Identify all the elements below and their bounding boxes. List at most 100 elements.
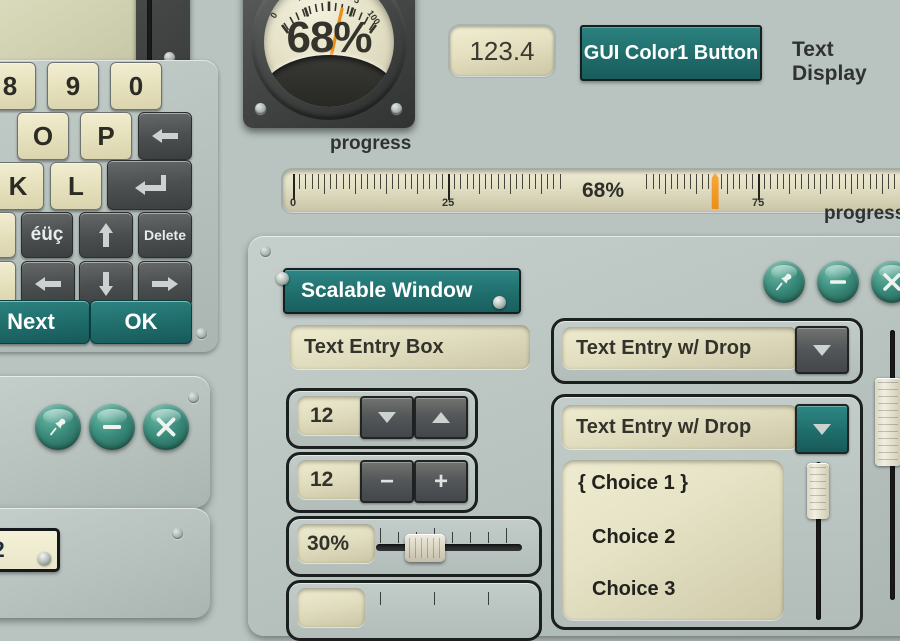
key-label: éüç [30, 224, 64, 245]
arrow-left-icon [150, 126, 180, 146]
tab-handle[interactable] [38, 552, 51, 565]
close-icon [156, 417, 176, 437]
scalable-window-minimize-button[interactable] [817, 261, 859, 303]
key-backspace[interactable] [138, 112, 192, 160]
key-0[interactable]: 0 [110, 62, 162, 110]
titlebar-handle-left[interactable] [276, 272, 289, 285]
scalable-window-pin-button[interactable] [763, 261, 805, 303]
choice-listbox[interactable]: { Choice 1 } Choice 2 Choice 3 [562, 460, 784, 620]
gauge-screw-left [255, 103, 266, 114]
gauge-face: 0 25 50 75 100 68% [264, 0, 394, 107]
key-8[interactable]: 8 [0, 62, 36, 110]
arrow-left-icon [33, 274, 63, 294]
pin-icon [776, 273, 792, 291]
percent-slider-value: 30% [297, 524, 375, 563]
window-vertical-slider-thumb[interactable] [875, 378, 900, 466]
scalable-window-titlebar[interactable]: Scalable Window [283, 268, 521, 314]
text-entry-drop-1-field[interactable]: Text Entry w/ Drop [562, 327, 798, 369]
chevron-down-icon [813, 423, 831, 435]
slider-tick [380, 592, 381, 605]
second-window-pin-button[interactable] [35, 404, 81, 450]
key-o[interactable]: O [17, 112, 69, 160]
list-item[interactable]: Choice 3 [592, 578, 675, 601]
titlebar-handle-right[interactable] [493, 296, 506, 309]
slider-tick [506, 528, 507, 543]
key-blank-left-1[interactable] [0, 212, 16, 258]
text-entry-drop-2-button[interactable] [795, 404, 849, 454]
text-entry-drop-1-button[interactable] [795, 326, 849, 374]
key-label: 9 [65, 70, 81, 101]
text-entry-drop-2-field[interactable]: Text Entry w/ Drop [562, 405, 798, 449]
spinner-down-button[interactable] [360, 396, 414, 439]
gui-color1-button[interactable]: GUI Color1 Button [580, 25, 762, 81]
key-label: 0 [128, 70, 144, 101]
key-arrow-up[interactable] [79, 212, 133, 258]
minus-icon [103, 425, 121, 429]
spinner-up-button[interactable] [414, 396, 468, 439]
slider-tick [488, 532, 489, 543]
second-window-minimize-button[interactable] [89, 404, 135, 450]
slider-tick [380, 528, 381, 543]
key-label: P [97, 120, 115, 151]
spinner-plusminus-field[interactable]: 12 [297, 460, 368, 499]
pin-icon [50, 418, 66, 436]
key-label: Next [7, 309, 55, 334]
slider-tick [398, 532, 399, 543]
key-label: OK [124, 309, 158, 334]
enter-icon [131, 173, 169, 197]
key-k[interactable]: K [0, 162, 44, 210]
percent-slider-track[interactable] [376, 544, 522, 551]
gauge-ring: 0 25 50 75 100 68% [251, 0, 407, 120]
text-entry-box-value: Text Entry Box [304, 335, 444, 358]
arrow-down-icon [96, 270, 116, 298]
gauge-caption: progress [330, 133, 412, 154]
text-display-label: Text Display [792, 38, 867, 85]
gui-color1-button-label: GUI Color1 Button [583, 41, 759, 64]
chevron-down-icon [813, 344, 831, 356]
tab-item[interactable]: b2 [0, 528, 60, 572]
ok-button[interactable]: OK [90, 300, 192, 344]
keypad-screw [196, 328, 207, 339]
window-screw [260, 246, 271, 257]
third-window-screw [172, 528, 183, 539]
key-delete[interactable]: Delete [138, 212, 192, 258]
gauge-widget: 0 25 50 75 100 68% [243, 0, 415, 128]
text-entry-box[interactable]: Text Entry Box [290, 325, 530, 369]
key-p[interactable]: P [80, 112, 132, 160]
listbox-scrollbar-thumb[interactable] [807, 463, 829, 519]
chevron-up-icon [432, 412, 450, 423]
second-window-close-button[interactable] [143, 404, 189, 450]
gauge-screw-right [391, 103, 402, 114]
slider-tick [488, 592, 489, 605]
key-9[interactable]: 9 [47, 62, 99, 110]
next-button[interactable]: Next [0, 300, 90, 344]
chevron-down-icon [378, 412, 396, 423]
number-display-field[interactable]: 123.4 [450, 26, 554, 76]
number-display-value: 123.4 [469, 35, 535, 66]
list-item[interactable]: { Choice 1 } [578, 472, 688, 495]
key-accents[interactable]: éüç [21, 212, 73, 258]
second-window-screw [188, 392, 199, 403]
increment-button[interactable]: + [414, 460, 468, 503]
key-enter[interactable] [107, 160, 192, 210]
key-label: O [32, 120, 54, 151]
svg-text:25: 25 [295, 0, 309, 3]
key-label: K [8, 170, 28, 201]
progress-ruler-caption: progress [824, 203, 900, 224]
spinner-arrows-field[interactable]: 12 [297, 396, 368, 435]
slider-tick [452, 532, 453, 543]
slider-tick [434, 592, 435, 605]
key-l[interactable]: L [50, 162, 102, 210]
arrow-up-icon [96, 221, 116, 249]
list-item[interactable]: Choice 2 [592, 526, 675, 549]
key-label: Delete [143, 227, 187, 243]
key-label: L [68, 170, 84, 201]
fourth-group-field[interactable] [297, 588, 365, 627]
progress-ruler[interactable]: 0 25 75 68% [283, 170, 900, 212]
percent-slider-thumb[interactable] [405, 534, 445, 562]
minus-icon [830, 280, 846, 284]
close-icon [883, 273, 900, 291]
key-label: 8 [2, 70, 18, 101]
ruler-value: 68% [581, 179, 625, 202]
decrement-button[interactable]: − [360, 460, 414, 503]
